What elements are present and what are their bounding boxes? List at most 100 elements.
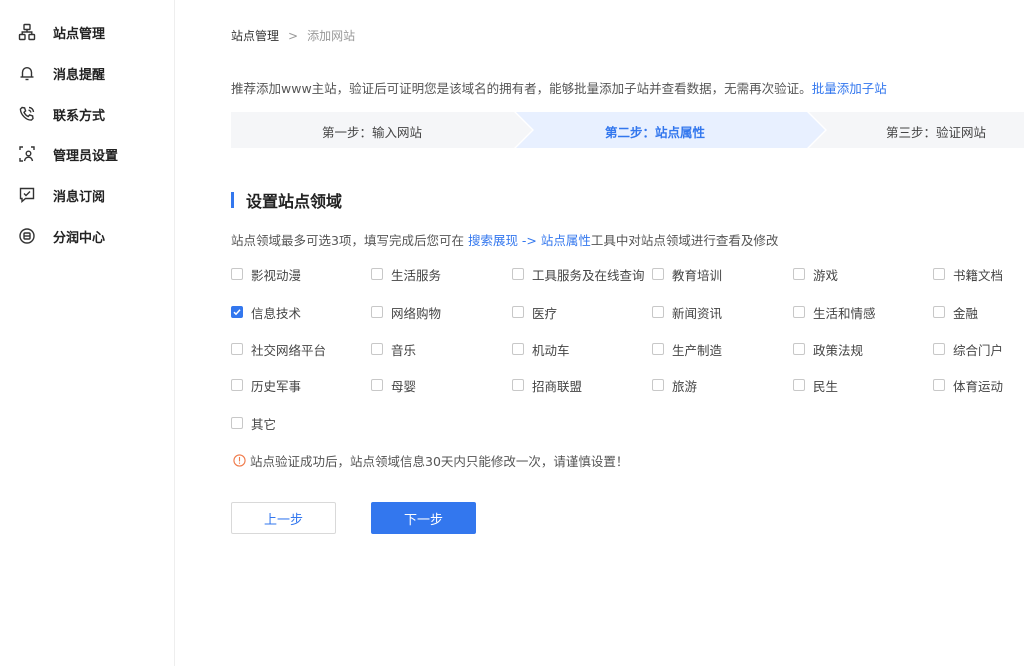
breadcrumb: 站点管理 > 添加网站 xyxy=(231,27,355,44)
domain-checkbox-label: 招商联盟 xyxy=(532,378,583,394)
domain-checkbox[interactable]: 母婴 xyxy=(371,377,417,394)
checkbox-unchecked[interactable] xyxy=(231,379,243,391)
checkbox-unchecked[interactable] xyxy=(793,306,805,318)
domain-checkbox[interactable]: 游戏 xyxy=(793,266,839,283)
domain-checkbox[interactable]: 其它 xyxy=(231,415,277,432)
main-content: 站点管理 > 添加网站 推荐添加www主站，验证后可证明您是该域名的拥有者，能够… xyxy=(176,0,1024,666)
warning-circle-icon xyxy=(233,454,246,467)
domain-checkbox-label: 书籍文档 xyxy=(953,267,1004,283)
domain-checkbox-label: 社交网络平台 xyxy=(251,342,327,358)
domain-checkbox-label: 工具服务及在线查询 xyxy=(532,267,645,283)
checkbox-unchecked[interactable] xyxy=(652,306,664,318)
domain-checkbox-label: 新闻资讯 xyxy=(672,305,723,321)
next-step-button[interactable]: 下一步 xyxy=(371,502,476,534)
sidebar-item-revenue-center[interactable]: 分润中心 xyxy=(18,226,105,246)
checkbox-unchecked[interactable] xyxy=(231,268,243,280)
checkbox-unchecked[interactable] xyxy=(793,379,805,391)
desc-prefix: 站点领域最多可选3项，填写完成后您可在 xyxy=(231,233,468,248)
sidebar-item-contact[interactable]: 联系方式 xyxy=(18,104,105,124)
checkbox-unchecked[interactable] xyxy=(652,379,664,391)
checkbox-unchecked[interactable] xyxy=(793,343,805,355)
domain-checkbox-label: 民生 xyxy=(813,378,839,394)
checkbox-unchecked[interactable] xyxy=(652,343,664,355)
domain-checkbox-label: 体育运动 xyxy=(953,378,1004,394)
checkbox-unchecked[interactable] xyxy=(371,379,383,391)
domain-checkbox-label: 政策法规 xyxy=(813,342,864,358)
domain-checkbox-label: 母婴 xyxy=(391,378,417,394)
domain-checkbox[interactable]: 政策法规 xyxy=(793,341,864,358)
sidebar-item-message-subscribe[interactable]: 消息订阅 xyxy=(18,185,105,205)
phone-icon xyxy=(18,105,36,123)
sidebar-item-label: 消息订阅 xyxy=(53,189,106,205)
checkbox-unchecked[interactable] xyxy=(371,343,383,355)
domain-checkbox[interactable]: 民生 xyxy=(793,377,839,394)
domain-checkbox-label: 金融 xyxy=(953,305,979,321)
domain-checkbox-label: 生活服务 xyxy=(391,267,442,283)
intro-text: 推荐添加www主站，验证后可证明您是该域名的拥有者，能够批量添加子站并查看数据，… xyxy=(231,78,887,97)
sidebar-item-label: 联系方式 xyxy=(53,108,106,124)
checkbox-unchecked[interactable] xyxy=(933,343,945,355)
checkbox-unchecked[interactable] xyxy=(933,379,945,391)
domain-checkbox[interactable]: 生活服务 xyxy=(371,266,442,283)
breadcrumb-root[interactable]: 站点管理 xyxy=(231,27,279,44)
sidebar-item-message-alert[interactable]: 消息提醒 xyxy=(18,63,105,83)
section-title-bar xyxy=(231,192,234,208)
section-title: 设置站点领域 xyxy=(231,190,343,211)
search-display-site-attr-link[interactable]: 搜索展现 -> 站点属性 xyxy=(468,233,591,248)
prev-step-button[interactable]: 上一步 xyxy=(231,502,336,534)
step-1-label: 第一步：输入网站 xyxy=(322,125,423,140)
checkbox-unchecked[interactable] xyxy=(371,306,383,318)
domain-checkbox[interactable]: 工具服务及在线查询 xyxy=(512,266,645,283)
domain-checkbox[interactable]: 书籍文档 xyxy=(933,266,1004,283)
checkbox-unchecked[interactable] xyxy=(933,306,945,318)
domain-checkbox[interactable]: 影视动漫 xyxy=(231,266,301,283)
checkbox-unchecked[interactable] xyxy=(652,268,664,280)
batch-add-subsite-link[interactable]: 批量添加子站 xyxy=(812,81,887,96)
domain-checkbox-label: 信息技术 xyxy=(251,305,302,321)
domain-checkbox[interactable]: 新闻资讯 xyxy=(652,304,723,321)
domain-checkbox[interactable]: 金融 xyxy=(933,304,979,321)
domain-checkbox-label: 其它 xyxy=(251,416,277,432)
domain-checkbox[interactable]: 社交网络平台 xyxy=(231,341,327,358)
domain-checkbox[interactable]: 招商联盟 xyxy=(512,377,583,394)
bell-icon xyxy=(18,64,36,82)
domain-checkbox[interactable]: 生产制造 xyxy=(652,341,722,358)
domain-checkbox-label: 历史军事 xyxy=(251,378,302,394)
checkbox-checked[interactable] xyxy=(231,306,243,318)
sidebar-item-label: 站点管理 xyxy=(53,26,106,42)
domain-checkbox-label: 音乐 xyxy=(391,342,417,358)
checkbox-unchecked[interactable] xyxy=(371,268,383,280)
check-icon xyxy=(233,309,241,316)
sidebar-item-admin-settings[interactable]: 管理员设置 xyxy=(18,144,118,164)
domain-checkbox[interactable]: 综合门户 xyxy=(933,341,1004,358)
domain-checkbox[interactable]: 生活和情感 xyxy=(793,304,876,321)
domain-checkbox[interactable]: 体育运动 xyxy=(933,377,1004,394)
checkbox-unchecked[interactable] xyxy=(512,379,524,391)
checkbox-unchecked[interactable] xyxy=(793,268,805,280)
section-title-text: 设置站点领域 xyxy=(246,192,343,211)
domain-checkbox-label: 游戏 xyxy=(813,267,839,283)
domain-checkbox-label: 机动车 xyxy=(532,342,570,358)
domain-checkbox[interactable]: 网络购物 xyxy=(371,304,441,321)
domain-checkbox[interactable]: 历史军事 xyxy=(231,377,302,394)
checkbox-unchecked[interactable] xyxy=(512,268,524,280)
sidebar-item-label: 消息提醒 xyxy=(53,67,106,83)
checkbox-unchecked[interactable] xyxy=(231,343,243,355)
domain-checkbox[interactable]: 信息技术 xyxy=(231,304,302,321)
message-subscribe-icon xyxy=(18,186,36,204)
checkbox-unchecked[interactable] xyxy=(231,417,243,429)
checkbox-unchecked[interactable] xyxy=(512,343,524,355)
domain-checkbox[interactable]: 教育培训 xyxy=(652,266,722,283)
warning-text: 站点验证成功后，站点领域信息30天内只能修改一次，请谨慎设置！ xyxy=(250,454,629,469)
domain-checkbox[interactable]: 音乐 xyxy=(371,341,417,358)
domain-checkbox[interactable]: 机动车 xyxy=(512,341,570,358)
domain-checkbox[interactable]: 旅游 xyxy=(652,377,697,394)
checkbox-unchecked[interactable] xyxy=(512,306,524,318)
warning-message: 站点验证成功后，站点领域信息30天内只能修改一次，请谨慎设置！ xyxy=(233,451,628,470)
domain-checkbox[interactable]: 医疗 xyxy=(512,304,557,321)
section-description: 站点领域最多可选3项，填写完成后您可在 搜索展现 -> 站点属性工具中对站点领域… xyxy=(231,230,778,249)
checkbox-unchecked[interactable] xyxy=(933,268,945,280)
admin-user-icon xyxy=(18,145,36,163)
sidebar-item-site-management[interactable]: 站点管理 xyxy=(18,22,105,42)
domain-checkbox-label: 综合门户 xyxy=(953,342,1004,358)
